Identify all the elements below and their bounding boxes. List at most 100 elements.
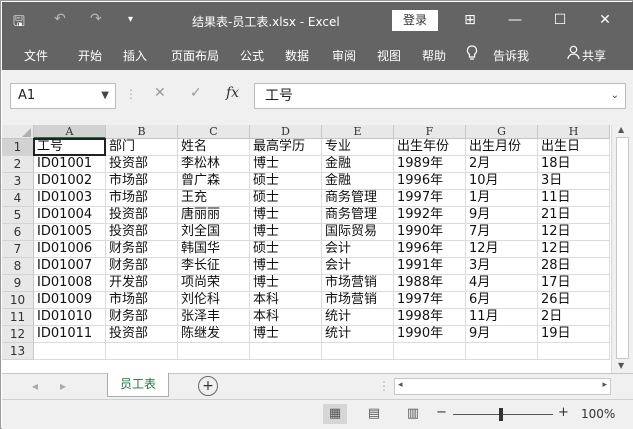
close-button[interactable]: ✕ (585, 8, 625, 32)
table-cell[interactable]: 唐丽丽 (178, 207, 250, 224)
row-header[interactable]: 9 (2, 275, 34, 292)
table-cell[interactable]: 1996年 (394, 241, 466, 258)
table-cell[interactable]: 21日 (538, 207, 610, 224)
table-cell[interactable]: 王充 (178, 190, 250, 207)
table-cell[interactable]: 博士 (250, 258, 322, 275)
tab-help[interactable]: 帮助 (422, 47, 446, 64)
table-cell[interactable]: 硕士 (250, 173, 322, 190)
row-header[interactable]: 13 (2, 343, 34, 360)
table-cell[interactable] (178, 343, 250, 360)
table-cell[interactable]: 2日 (538, 309, 610, 326)
zoom-slider-track[interactable] (453, 414, 553, 415)
tab-view[interactable]: 视图 (377, 47, 401, 64)
table-cell[interactable]: ID01009 (34, 292, 106, 309)
tab-insert[interactable]: 插入 (123, 47, 147, 64)
table-cell[interactable]: 会计 (322, 241, 394, 258)
sheet-tab-employees[interactable]: 员工表 (107, 373, 169, 397)
chevron-down-icon[interactable]: ▼ (101, 84, 109, 108)
table-cell[interactable]: ID01006 (34, 241, 106, 258)
table-cell[interactable] (394, 343, 466, 360)
table-cell[interactable]: 李松林 (178, 156, 250, 173)
table-cell[interactable]: 张泽丰 (178, 309, 250, 326)
tell-me-search[interactable]: 告诉我 (493, 47, 529, 64)
ribbon-display-options-icon[interactable]: ⊞ (450, 8, 490, 32)
table-cell[interactable]: 1990年 (394, 224, 466, 241)
undo-icon[interactable]: ↶ (54, 11, 66, 27)
add-sheet-button[interactable]: + (198, 376, 218, 396)
table-cell[interactable]: 统计 (322, 326, 394, 343)
worksheet-grid[interactable]: ▲ ▼ A B C D E F G H 1 工号 部门 姓名 最高学历 专业 出生年份 出生月份 出生日 2 ID0… (2, 125, 633, 373)
table-cell[interactable] (538, 343, 610, 360)
table-cell[interactable]: 6月 (466, 292, 538, 309)
row-header[interactable]: 7 (2, 241, 34, 258)
tab-review[interactable]: 审阅 (332, 47, 356, 64)
table-cell[interactable]: 统计 (322, 309, 394, 326)
page-break-view-icon[interactable]: ▥ (401, 404, 425, 424)
table-cell[interactable]: 17日 (538, 275, 610, 292)
column-header[interactable]: H (538, 125, 610, 139)
expand-formula-bar-icon[interactable]: ⌄ (611, 84, 619, 108)
save-icon[interactable]: 🖫 (13, 11, 25, 35)
table-cell[interactable]: 商务管理 (322, 190, 394, 207)
table-cell[interactable]: 财务部 (106, 241, 178, 258)
table-cell[interactable] (106, 343, 178, 360)
table-cell[interactable]: ID01011 (34, 326, 106, 343)
table-cell[interactable]: 姓名 (178, 139, 250, 156)
table-cell[interactable]: 10月 (466, 173, 538, 190)
table-cell[interactable]: ID01001 (34, 156, 106, 173)
table-cell[interactable]: 投资部 (106, 224, 178, 241)
insert-function-icon[interactable]: fx (226, 85, 239, 101)
next-sheet-icon[interactable]: ▸ (60, 379, 66, 393)
table-cell[interactable]: 1996年 (394, 173, 466, 190)
table-cell[interactable]: ID01007 (34, 258, 106, 275)
table-cell[interactable]: 19日 (538, 326, 610, 343)
table-cell[interactable]: ID01010 (34, 309, 106, 326)
table-cell[interactable]: 18日 (538, 156, 610, 173)
table-cell[interactable]: 1997年 (394, 190, 466, 207)
table-cell[interactable]: 市场部 (106, 173, 178, 190)
row-header[interactable]: 8 (2, 258, 34, 275)
tab-data[interactable]: 数据 (285, 47, 309, 64)
table-cell[interactable]: 3月 (466, 258, 538, 275)
row-header[interactable]: 2 (2, 156, 34, 173)
row-header[interactable]: 10 (2, 292, 34, 309)
zoom-level[interactable]: 100% (581, 407, 615, 421)
table-cell[interactable] (322, 343, 394, 360)
tab-page-layout[interactable]: 页面布局 (171, 47, 219, 64)
table-cell[interactable]: 26日 (538, 292, 610, 309)
row-header[interactable]: 3 (2, 173, 34, 190)
row-header[interactable]: 11 (2, 309, 34, 326)
normal-view-icon[interactable]: ▦ (323, 404, 347, 424)
cancel-icon[interactable]: ✕ (154, 85, 166, 101)
table-cell[interactable]: 硕士 (250, 241, 322, 258)
table-cell[interactable]: 会计 (322, 258, 394, 275)
table-cell[interactable]: 金融 (322, 173, 394, 190)
tab-formulas[interactable]: 公式 (240, 47, 264, 64)
table-cell[interactable]: 12月 (466, 241, 538, 258)
table-cell[interactable]: 博士 (250, 275, 322, 292)
table-cell[interactable]: 3日 (538, 173, 610, 190)
table-cell[interactable]: 本科 (250, 292, 322, 309)
table-cell[interactable]: 刘全国 (178, 224, 250, 241)
table-cell[interactable]: 开发部 (106, 275, 178, 292)
row-header[interactable]: 4 (2, 190, 34, 207)
table-cell[interactable]: 投资部 (106, 207, 178, 224)
table-cell[interactable]: 1991年 (394, 258, 466, 275)
vertical-scroll-thumb[interactable] (616, 137, 629, 359)
table-cell[interactable] (466, 343, 538, 360)
column-header[interactable]: B (106, 125, 178, 139)
scroll-up-icon[interactable]: ▲ (618, 125, 624, 134)
customize-quick-access-icon[interactable]: ▾ (128, 14, 133, 25)
zoom-in-button[interactable]: + (558, 405, 569, 420)
table-cell[interactable]: 财务部 (106, 309, 178, 326)
tab-file[interactable]: 文件 (24, 47, 48, 64)
table-cell[interactable]: 国际贸易 (322, 224, 394, 241)
table-cell[interactable]: 1998年 (394, 309, 466, 326)
table-cell[interactable]: 项尚荣 (178, 275, 250, 292)
vertical-scrollbar[interactable]: ▲ ▼ (611, 125, 633, 373)
table-cell[interactable]: ID01002 (34, 173, 106, 190)
table-cell[interactable]: 12日 (538, 241, 610, 258)
formula-bar-grip-icon[interactable]: ⋮ (125, 87, 137, 101)
table-cell[interactable]: 1997年 (394, 292, 466, 309)
zoom-out-button[interactable]: − (436, 405, 447, 420)
